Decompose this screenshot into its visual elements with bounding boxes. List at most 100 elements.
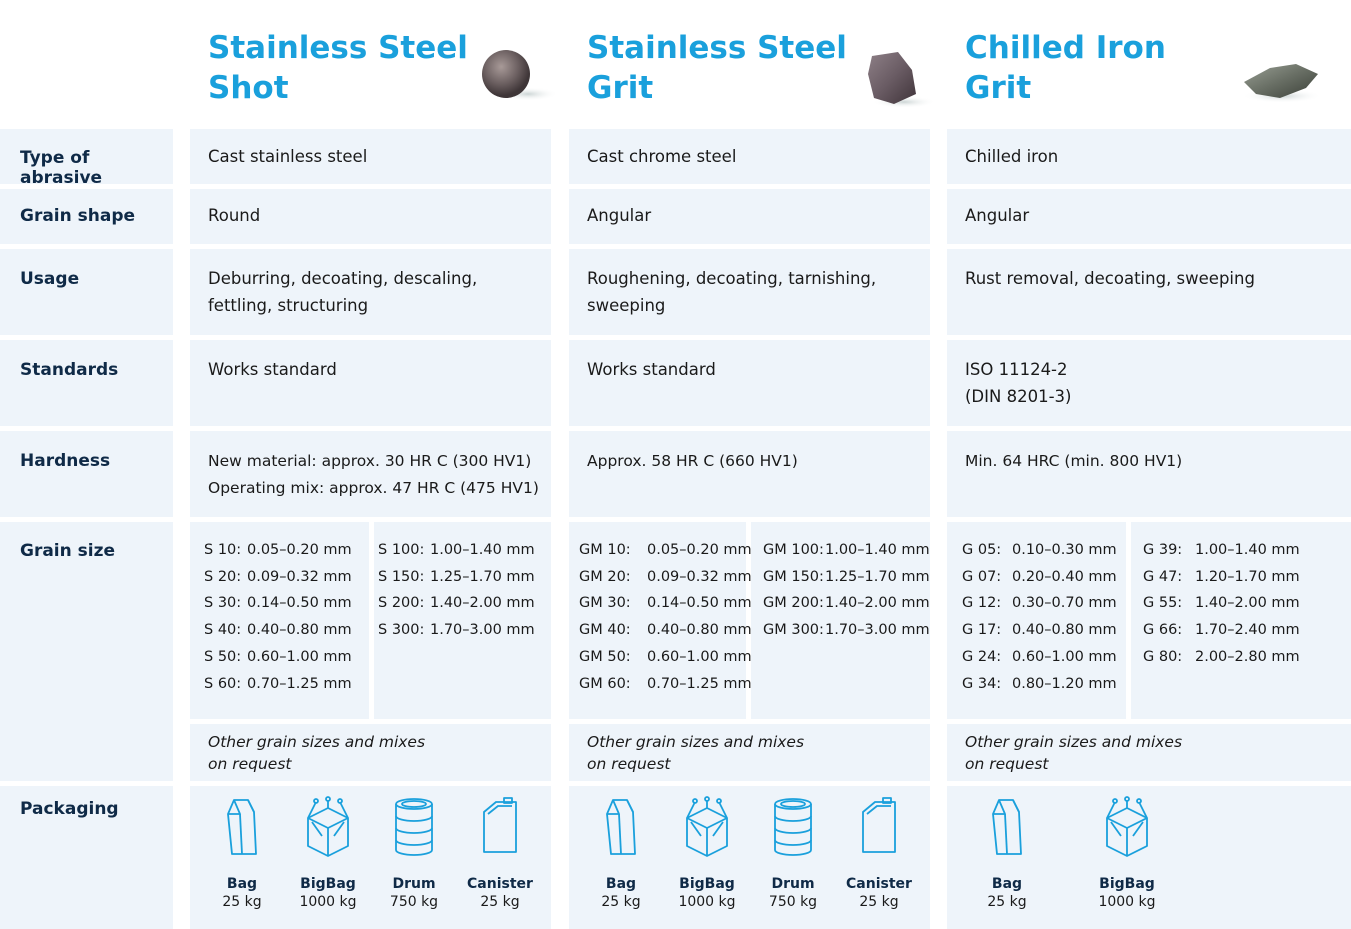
package-name: Bag: [605, 876, 637, 892]
grain-size-list: GM 10: 0.05–0.20 mm GM 20: 0.09–0.32 mm GM 3…: [579, 537, 752, 697]
standards-value: ISO 11124-2 (DIN 8201-3): [965, 356, 1071, 410]
grain-size-range: 0.14–0.50 mm: [647, 595, 752, 612]
value-cell: Deburring, decoating, descaling, fettlin…: [190, 249, 551, 335]
grain-size-code: S 150:: [378, 568, 425, 585]
package-weight: 1000 kg: [1098, 894, 1156, 910]
grain-size-row: GM 50: 0.60–1.00 mm: [579, 644, 752, 671]
text-line: sweeping: [587, 296, 666, 315]
text-line: Rust removal, decoating, sweeping: [965, 269, 1255, 288]
grain-size-code: GM 100:: [763, 542, 824, 558]
grain-size-code: G 34:: [962, 675, 1002, 692]
steel-shot-image: [482, 50, 558, 101]
grain-size-range: 1.70–3.00 mm: [430, 622, 535, 639]
package-name: Bag: [226, 876, 258, 892]
shape-value: Angular: [965, 206, 1030, 225]
value-cell: Approx. 58 HR C (660 HV1): [569, 431, 930, 517]
product-title-line: Grit: [965, 70, 1032, 106]
grain-size-range: 0.05–0.20 mm: [247, 542, 352, 558]
product-title-line: Stainless Steel: [208, 30, 468, 66]
grain-size-row: GM 20: 0.09–0.32 mm: [579, 564, 752, 591]
grain-size-range: 1.00–1.40 mm: [430, 542, 535, 558]
value-cell: Rust removal, decoating, sweeping: [947, 249, 1351, 335]
value-cell: Cast chrome steel: [569, 129, 930, 184]
grain-size-code: GM 60:: [579, 675, 631, 692]
grain-size-range: 0.70–1.25 mm: [247, 675, 352, 692]
hardness-value: Approx. 58 HR C (660 HV1): [587, 448, 798, 475]
row-label-usage: Usage: [20, 269, 80, 289]
value-cell: Angular: [947, 189, 1351, 244]
package-weight: 25 kg: [601, 894, 641, 910]
grain-size-cell: GM 100: 1.00–1.40 mm GM 150: 1.25–1.70 mm GM…: [751, 522, 930, 719]
grain-size-code: GM 40:: [579, 622, 631, 639]
grain-size-row: S 300: 1.70–3.00 mm: [378, 617, 535, 644]
package-bag: Bag 25 kg: [965, 796, 1049, 910]
grain-size-row: GM 10: 0.05–0.20 mm: [579, 537, 752, 564]
package-weight: 1000 kg: [299, 894, 357, 910]
grain-size-code: GM 20:: [579, 568, 631, 585]
text-line: Works standard: [208, 360, 337, 379]
product-title-line: Chilled Iron: [965, 30, 1166, 66]
grain-size-row: G 17: 0.40–0.80 mm: [962, 617, 1117, 644]
text-line: Operating mix: approx. 47 HR C (475 HV1): [208, 479, 539, 497]
value-cell: Angular: [569, 189, 930, 244]
grain-size-range: 1.70–2.40 mm: [1195, 622, 1300, 639]
grain-size-row: S 40: 0.40–0.80 mm: [204, 617, 352, 644]
grain-size-range: 0.09–0.32 mm: [647, 568, 752, 585]
grain-size-row: S 30: 0.14–0.50 mm: [204, 590, 352, 617]
note-cell: Other grain sizes and mixes on request: [569, 724, 930, 781]
text-line: Other grain sizes and mixes: [208, 733, 426, 751]
grain-size-code: G 66:: [1143, 622, 1183, 639]
iron-grit-image: [1242, 64, 1322, 103]
grain-size-code: S 30:: [204, 595, 242, 612]
grain-size-row: GM 40: 0.40–0.80 mm: [579, 617, 752, 644]
grain-size-code: G 17:: [962, 622, 1002, 639]
grain-size-list: S 100: 1.00–1.40 mm S 150: 1.25–1.70 mm S 20…: [378, 537, 535, 644]
value-cell: Works standard: [569, 340, 930, 426]
grain-size-range: 1.70–3.00 mm: [825, 622, 930, 639]
product-title: Chilled Iron Grit: [965, 28, 1166, 108]
grain-size-range: 0.40–0.80 mm: [1012, 622, 1117, 639]
type-value: Cast stainless steel: [208, 147, 368, 166]
grain-size-range: 1.40–2.00 mm: [1195, 595, 1300, 612]
bigbag-icon: [1085, 796, 1169, 858]
grain-size-range: 0.05–0.20 mm: [647, 542, 752, 558]
row-label-packaging: Packaging: [20, 799, 119, 819]
grain-size-list: GM 100: 1.00–1.40 mm GM 150: 1.25–1.70 mm GM…: [763, 537, 930, 644]
standards-value: Works standard: [587, 356, 716, 383]
grain-size-range: 2.00–2.80 mm: [1195, 648, 1300, 665]
grain-size-row: G 34: 0.80–1.20 mm: [962, 671, 1117, 698]
row-label-standards: Standards: [20, 360, 119, 380]
grain-size-range: 0.10–0.30 mm: [1012, 542, 1117, 558]
package-canister: Canister 25 kg: [458, 796, 542, 910]
grain-size-row: G 07: 0.20–0.40 mm: [962, 564, 1117, 591]
package-name: Drum: [771, 876, 815, 892]
package-bag: Bag 25 kg: [200, 796, 284, 910]
text-line: Roughening, decoating, tarnishing,: [587, 269, 877, 288]
grain-size-row: G 66: 1.70–2.40 mm: [1143, 617, 1300, 644]
grain-size-code: S 40:: [204, 622, 242, 639]
label-cell: Type of abrasive: [0, 129, 173, 188]
grain-size-code: GM 300:: [763, 622, 824, 639]
packaging-cell: Bag 25 kg BigBag 1000 kg: [947, 786, 1351, 929]
package-weight: 25 kg: [480, 894, 520, 910]
hardness-value: New material: approx. 30 HR C (300 HV1) …: [208, 448, 539, 502]
grain-size-range: 1.20–1.70 mm: [1195, 568, 1300, 585]
grain-size-code: S 100:: [378, 542, 425, 558]
grain-size-code: G 24:: [962, 648, 1002, 665]
package-weight: 750 kg: [768, 894, 818, 910]
grain-size-cell: G 05: 0.10–0.30 mm G 07: 0.20–0.40 mm G 12: 0…: [947, 522, 1126, 719]
product-title: Stainless Steel Grit: [587, 28, 847, 108]
note-cell: Other grain sizes and mixes on request: [190, 724, 551, 781]
packaging-cell: Bag 25 kg BigBag 1000 kg Drum 750 kg Canist…: [569, 786, 930, 929]
value-cell: Cast stainless steel: [190, 129, 551, 184]
package-name: BigBag: [300, 876, 356, 892]
grain-size-range: 0.60–1.00 mm: [1012, 648, 1117, 665]
grain-size-code: G 12:: [962, 595, 1002, 612]
row-label-type: Type of abrasive: [20, 148, 103, 188]
grain-size-row: G 39: 1.00–1.40 mm: [1143, 537, 1300, 564]
grain-size-code: GM 30:: [579, 595, 631, 612]
grain-size-code: S 20:: [204, 568, 242, 585]
grain-size-code: G 05:: [962, 542, 1002, 558]
grain-size-code: G 07:: [962, 568, 1002, 585]
grain-size-cell: GM 10: 0.05–0.20 mm GM 20: 0.09–0.32 mm GM 3…: [569, 522, 752, 719]
